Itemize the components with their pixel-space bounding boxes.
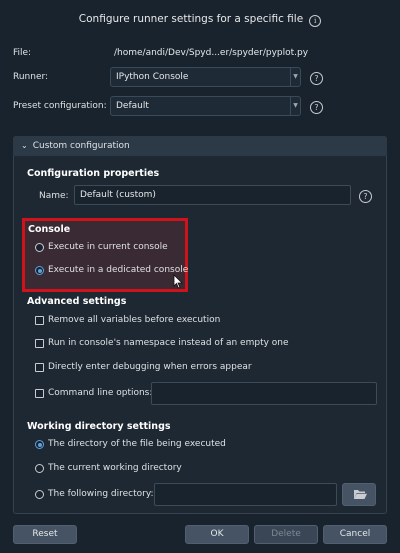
command-line-options-input[interactable] [151,382,377,405]
checkbox-enter-debugging[interactable] [35,363,44,372]
checkbox-console-namespace[interactable] [35,339,44,348]
radio-dedicated-console-label[interactable]: Execute in a dedicated console [48,265,188,275]
config-name-value: Default (custom) [80,190,156,200]
runner-value: IPython Console [116,72,189,82]
name-label: Name: [39,191,69,201]
runner-label: Runner: [13,72,49,82]
preset-help-icon[interactable]: ? [310,101,323,114]
file-path: /home/andi/Dev/Spyd...er/spyder/pyplot.p… [114,48,309,58]
advanced-settings-title: Advanced settings [27,296,127,307]
folder-open-icon [354,490,367,499]
chevron-down-icon: ⌄ [21,141,28,150]
browse-directory-button[interactable] [342,483,376,506]
runner-combobox[interactable]: IPython Console ▼ [110,67,301,87]
config-properties-title: Configuration properties [27,168,160,179]
checkbox-command-line-options-label[interactable]: Command line options: [48,388,152,398]
runner-help-icon[interactable]: ? [310,72,323,85]
checkbox-command-line-options[interactable] [35,389,44,398]
radio-current-working-directory-label[interactable]: The current working directory [48,463,182,473]
chevron-down-icon[interactable]: ▼ [290,68,300,86]
working-dir-title: Working directory settings [27,421,171,432]
radio-current-console-label[interactable]: Execute in current console [48,242,168,252]
checkbox-remove-variables-label[interactable]: Remove all variables before execution [48,315,220,325]
radio-current-working-directory[interactable] [35,464,44,473]
config-name-input[interactable]: Default (custom) [74,185,351,205]
custom-config-header-text: Custom configuration [32,141,130,151]
preset-label: Preset configuration: [13,101,107,111]
following-directory-input[interactable] [154,483,337,506]
radio-following-directory[interactable] [35,490,44,499]
cancel-button[interactable]: Cancel [323,525,387,544]
reset-button[interactable]: Reset [13,525,77,544]
console-title: Console [28,224,71,235]
radio-file-directory-label[interactable]: The directory of the file being executed [48,439,226,449]
radio-file-directory[interactable] [35,440,44,449]
dialog-title-text: Configure runner settings for a specific… [78,13,304,25]
file-label: File: [13,48,32,58]
ok-button[interactable]: OK [185,525,249,544]
name-help-icon[interactable]: ? [359,190,372,203]
mouse-cursor-icon [173,274,183,289]
custom-config-header[interactable]: ⌄ Custom configuration [13,136,387,156]
preset-value: Default [116,101,149,111]
info-icon[interactable]: i [309,15,322,27]
delete-button[interactable]: Delete [254,525,318,544]
checkbox-console-namespace-label[interactable]: Run in console's namespace instead of an… [48,338,289,348]
chevron-down-icon[interactable]: ▼ [290,97,300,115]
preset-combobox[interactable]: Default ▼ [110,96,301,116]
checkbox-enter-debugging-label[interactable]: Directly enter debugging when errors app… [48,362,252,372]
radio-following-directory-label[interactable]: The following directory: [48,489,154,499]
checkbox-remove-variables[interactable] [35,316,44,325]
radio-current-console[interactable] [35,243,44,252]
dialog-title: Configure runner settings for a specific… [0,13,400,27]
radio-dedicated-console[interactable] [35,266,44,275]
